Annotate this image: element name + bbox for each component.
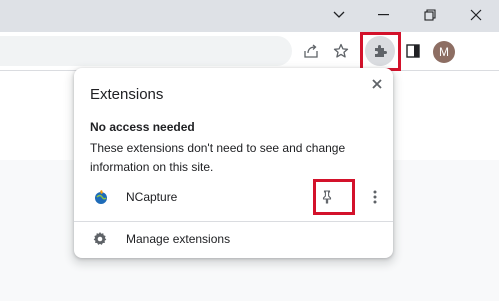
more-options-icon[interactable]: [364, 186, 386, 208]
close-window-button[interactable]: [453, 0, 499, 30]
pin-icon[interactable]: [321, 186, 333, 208]
chevron-down-icon[interactable]: [316, 0, 362, 30]
popup-title: Extensions: [90, 86, 164, 103]
profile-avatar[interactable]: M: [433, 41, 455, 63]
ncapture-icon: [93, 189, 109, 205]
browser-toolbar: [0, 32, 499, 70]
side-panel-icon[interactable]: [398, 36, 428, 66]
extensions-popup: Extensions No access needed These extens…: [74, 68, 393, 258]
share-icon[interactable]: [296, 36, 326, 66]
extension-row-ncapture[interactable]: NCapture: [74, 182, 393, 212]
restore-button[interactable]: [407, 0, 453, 30]
extensions-icon[interactable]: [365, 36, 395, 66]
minimize-button[interactable]: [361, 0, 407, 30]
title-bar: [0, 0, 499, 32]
star-icon[interactable]: [326, 36, 356, 66]
section-title: No access needed: [90, 120, 195, 134]
extension-name: NCapture: [126, 190, 178, 204]
address-bar[interactable]: [0, 36, 292, 66]
popup-divider: [74, 221, 393, 222]
manage-extensions-label: Manage extensions: [126, 232, 231, 246]
section-description: These extensions don't need to see and c…: [90, 141, 346, 174]
close-icon[interactable]: [367, 74, 387, 94]
manage-extensions-row[interactable]: Manage extensions: [74, 224, 393, 254]
gear-icon: [92, 231, 108, 247]
